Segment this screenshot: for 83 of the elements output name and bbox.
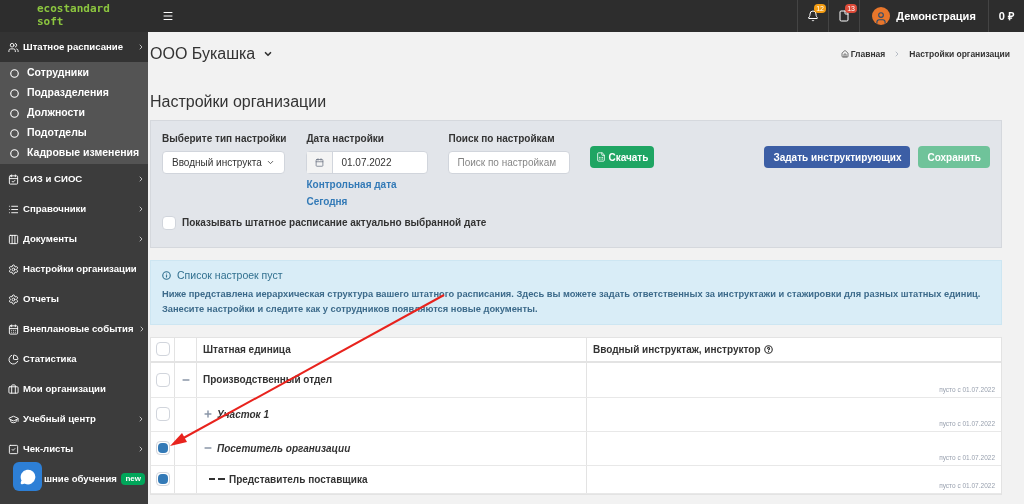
structure-unit[interactable]: Посетитель организации <box>217 440 351 456</box>
sidebar-item[interactable]: Настройки организации <box>0 254 148 284</box>
search-field[interactable]: Поиск по настройкам <box>448 151 571 174</box>
sidebar-item[interactable]: Внеплановые события <box>0 314 148 344</box>
organization-name[interactable]: ООО Букашка <box>150 42 256 66</box>
circle-icon <box>10 68 19 78</box>
user-name[interactable]: Демонстрация <box>896 7 976 25</box>
chat-icon <box>19 468 36 485</box>
settings-icon <box>8 263 19 275</box>
sidebar-item[interactable]: Справочники <box>0 194 148 224</box>
type-select[interactable]: Вводный инструкта <box>162 151 285 174</box>
assign-instructors-button[interactable]: Задать инструктирующих <box>764 146 911 168</box>
checkbox[interactable] <box>155 372 170 387</box>
menu-icon[interactable] <box>162 10 174 22</box>
structure-unit[interactable]: Представитель поставщика <box>229 471 368 487</box>
submenu-item[interactable]: Подотделы <box>0 123 148 143</box>
logo[interactable]: ecostandard soft <box>0 0 148 32</box>
field-label: Поиск по настройкам <box>448 132 556 146</box>
circle-icon <box>10 148 19 158</box>
alert-title: Список настроек пуст <box>177 268 283 283</box>
checkbox[interactable] <box>155 472 170 487</box>
circle-icon <box>10 128 19 138</box>
spreadsheet-icon <box>596 152 607 162</box>
info-icon <box>162 271 171 281</box>
column-header: Вводный инструктаж, инструктор <box>593 342 761 357</box>
chevron-right-icon <box>137 43 145 51</box>
submenu-item[interactable]: Сотрудники <box>0 63 148 83</box>
circle-icon <box>10 108 19 118</box>
checkbox[interactable] <box>162 215 176 230</box>
date-link[interactable]: Сегодня <box>306 194 429 209</box>
submenu-item[interactable]: Должности <box>0 103 148 123</box>
briefcase-icon <box>8 383 19 395</box>
caret-icon <box>266 158 275 167</box>
circle-icon <box>10 88 19 98</box>
caret-icon[interactable] <box>263 49 274 59</box>
balance[interactable]: 0 ₽ <box>998 7 1014 25</box>
page-title: Настройки организации <box>149 92 328 112</box>
submenu-item[interactable]: Кадровые изменения <box>0 143 148 163</box>
calendar-icon <box>315 158 325 167</box>
chevron-right-icon <box>137 175 145 183</box>
sidebar-item[interactable]: Штатное расписание <box>0 32 148 62</box>
bell-icon[interactable] <box>807 10 820 22</box>
chat-button[interactable] <box>13 462 42 491</box>
graduation-cap-icon <box>8 413 19 425</box>
checkbox[interactable] <box>155 407 170 422</box>
expand-icon[interactable] <box>203 409 213 420</box>
home-icon <box>840 50 849 58</box>
settings-icon <box>8 293 19 305</box>
column-header: Штатная единица <box>203 342 291 357</box>
help-icon[interactable] <box>763 344 773 354</box>
list-icon <box>8 203 19 215</box>
checkbox[interactable] <box>155 441 170 456</box>
chevron-right-icon <box>137 235 145 243</box>
sidebar-item[interactable]: Статистика <box>0 344 148 374</box>
sidebar-item[interactable]: Мои организации <box>0 374 148 404</box>
date-link[interactable]: Контрольная дата <box>306 177 429 192</box>
sidebar-item[interactable]: Чек-листы <box>0 434 148 464</box>
breadcrumb[interactable]: Главная <box>850 47 886 61</box>
calendar-check-icon <box>8 173 19 185</box>
chevron-right-icon <box>137 445 145 453</box>
calendar-icon <box>8 323 19 335</box>
avatar[interactable] <box>872 7 891 25</box>
sidebar-item[interactable]: Отчеты <box>0 284 148 314</box>
sidebar-item[interactable]: СИЗ и СИОС <box>0 164 148 194</box>
people-icon <box>8 41 19 53</box>
sidebar-item[interactable]: шние обучения new <box>0 464 148 494</box>
breadcrumb: Настройки организации <box>909 47 1010 61</box>
chevron-right-icon <box>137 415 145 423</box>
tree-connector-icon <box>209 478 225 481</box>
chevron-right-icon <box>137 205 145 213</box>
checkbox[interactable] <box>155 342 170 357</box>
new-badge: new <box>121 473 145 485</box>
submenu-item[interactable]: Подразделения <box>0 83 148 103</box>
sidebar-item[interactable]: Учебный центр <box>0 404 148 434</box>
sidebar-item[interactable]: Документы <box>0 224 148 254</box>
field-label: Выберите тип настройки <box>162 132 287 146</box>
checkbox-label: Показывать штатное расписание актуально выбранной дате <box>182 216 487 230</box>
columns-icon <box>8 233 19 245</box>
document-icon[interactable] <box>838 10 851 22</box>
date-field[interactable]: 01.07.2022 <box>306 151 429 174</box>
pie-chart-icon <box>8 353 19 365</box>
checkbox-icon <box>8 443 19 455</box>
field-label: Дата настройки <box>306 132 385 146</box>
